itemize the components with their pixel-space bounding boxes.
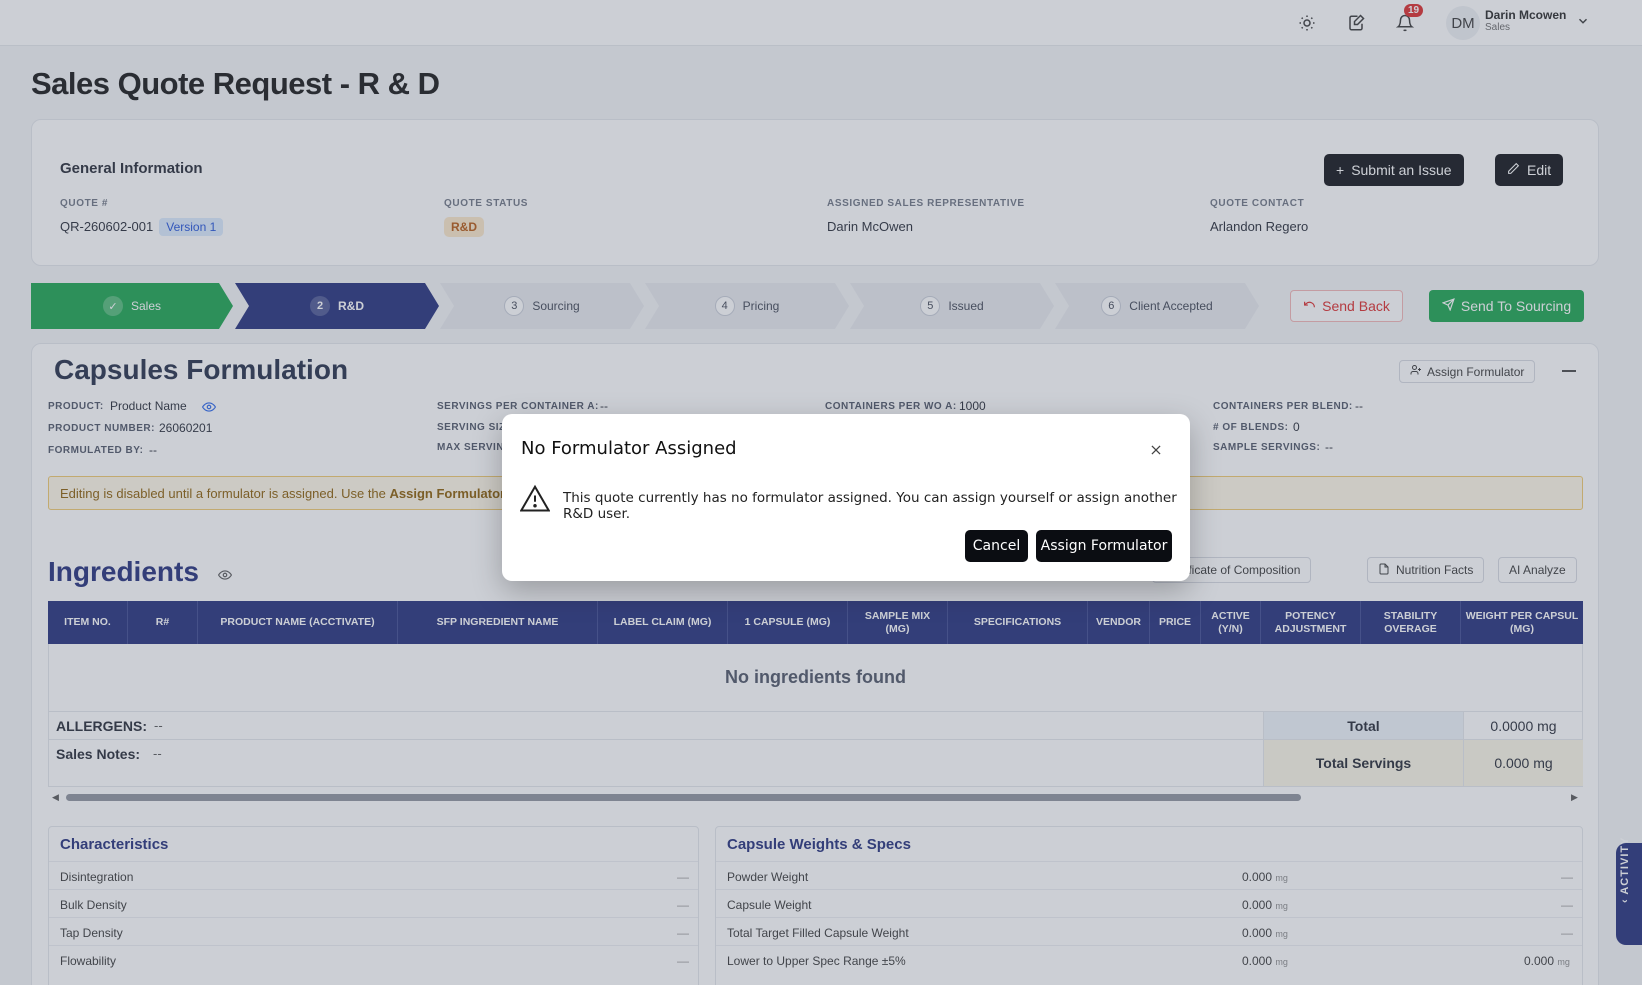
dialog-title: No Formulator Assigned <box>521 438 737 459</box>
cancel-button[interactable]: Cancel <box>965 530 1028 562</box>
warning-triangle-icon <box>519 484 551 515</box>
dialog-message: This quote currently has no formulator a… <box>563 490 1177 522</box>
no-formulator-dialog: No Formulator Assigned This quote curren… <box>502 414 1190 581</box>
assign-formulator-dialog-button[interactable]: Assign Formulator <box>1036 530 1172 562</box>
close-icon[interactable] <box>1146 440 1166 460</box>
